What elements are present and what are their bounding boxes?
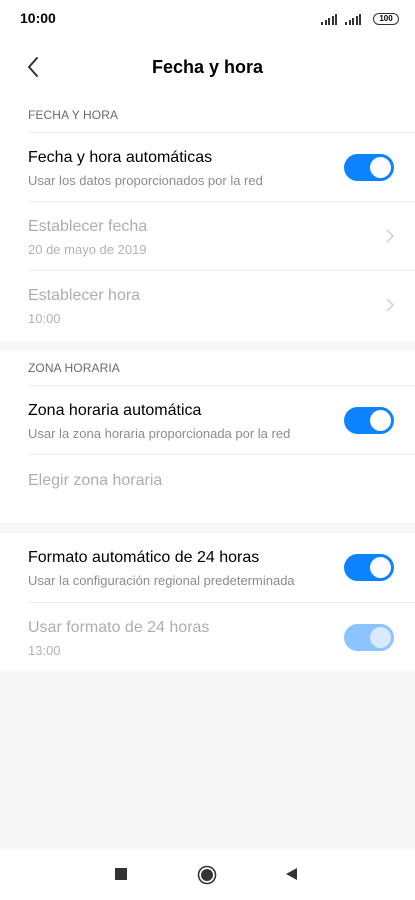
status-icons: 100 (321, 11, 399, 25)
auto-24h-toggle[interactable] (344, 554, 394, 581)
home-circle-icon (197, 865, 217, 885)
set-time-row[interactable]: Establecer hora 10:00 (28, 270, 415, 339)
use-24h-row[interactable]: Usar formato de 24 horas 13:00 (28, 602, 415, 671)
set-date-value: 20 de mayo de 2019 (28, 242, 147, 257)
auto-timezone-toggle[interactable] (344, 407, 394, 434)
date-time-section: FECHA Y HORA Fecha y hora automáticas Us… (0, 98, 415, 341)
back-nav-button[interactable] (284, 867, 298, 881)
status-bar: 10:00 100 (0, 0, 415, 36)
auto-timezone-title: Zona horaria automática (28, 402, 202, 419)
recents-square-icon (115, 868, 127, 880)
back-triangle-icon (286, 868, 297, 880)
auto-timezone-subtitle: Usar la zona horaria proporcionada por l… (28, 426, 291, 441)
timezone-section: ZONA HORARIA Zona horaria automática Usa… (0, 351, 415, 523)
home-button[interactable] (197, 865, 217, 885)
choose-timezone-title: Elegir zona horaria (28, 472, 163, 489)
auto-date-time-subtitle: Usar los datos proporcionados por la red (28, 173, 263, 188)
use-24h-title: Usar formato de 24 horas (28, 619, 210, 636)
battery-level: 100 (379, 14, 393, 23)
section-header-date-time: FECHA Y HORA (28, 108, 119, 122)
signal-icon (345, 14, 361, 25)
toggle-knob (370, 627, 391, 648)
recents-button[interactable] (114, 867, 128, 881)
section-header-timezone: ZONA HORARIA (28, 361, 120, 375)
chevron-right-icon (386, 229, 395, 243)
set-time-value: 10:00 (28, 311, 61, 326)
toggle-knob (370, 557, 391, 578)
navigation-bar (0, 850, 415, 900)
page-title: Fecha y hora (151, 57, 264, 77)
auto-24h-title: Formato automático de 24 horas (28, 549, 260, 566)
auto-24h-subtitle: Usar la configuración regional predeterm… (28, 573, 295, 588)
auto-date-time-title: Fecha y hora automáticas (28, 149, 213, 166)
signal-icon (321, 14, 337, 25)
use-24h-toggle[interactable] (344, 624, 394, 651)
auto-date-time-toggle[interactable] (344, 154, 394, 181)
set-time-title: Establecer hora (28, 287, 141, 304)
auto-24h-row[interactable]: Formato automático de 24 horas Usar la c… (28, 533, 415, 602)
toggle-knob (370, 410, 391, 431)
choose-timezone-row[interactable]: Elegir zona horaria (28, 454, 415, 523)
set-date-row[interactable]: Establecer fecha 20 de mayo de 2019 (28, 201, 415, 270)
auto-date-time-row[interactable]: Fecha y hora automáticas Usar los datos … (28, 132, 415, 201)
format-section: Formato automático de 24 horas Usar la c… (0, 533, 415, 670)
set-date-title: Establecer fecha (28, 218, 148, 235)
app-header: Fecha y hora (0, 36, 415, 98)
use-24h-example: 13:00 (28, 643, 61, 658)
battery-icon: 100 (373, 13, 399, 25)
chevron-right-icon (386, 298, 395, 312)
auto-timezone-row[interactable]: Zona horaria automática Usar la zona hor… (28, 385, 415, 454)
status-time: 10:00 (20, 10, 56, 26)
toggle-knob (370, 157, 391, 178)
